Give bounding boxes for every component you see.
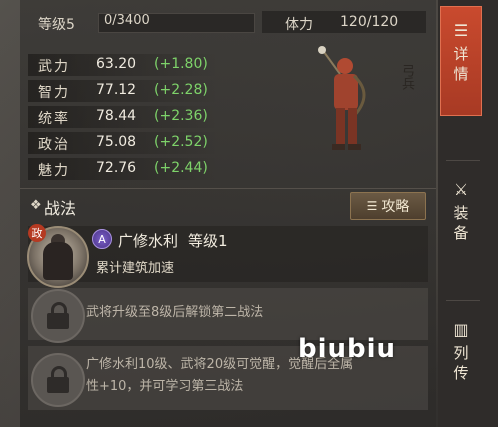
- stat-name-politics: 政治: [38, 137, 70, 153]
- stat-increase-politics: (+2.52): [154, 134, 208, 150]
- lock-body: [47, 377, 69, 393]
- stat-name-charm: 魅力: [38, 163, 70, 179]
- locked-tactic-hint-3-line2: 性+10，并可学习第三战法: [86, 379, 244, 394]
- tab-equipment[interactable]: ⚔ 装 备: [440, 180, 482, 250]
- book-icon: ▥: [453, 320, 469, 339]
- locked-tactic-hint-2: 武将升级至8级后解锁第二战法: [86, 305, 264, 320]
- tab-biography[interactable]: ▥ 列 传: [440, 320, 482, 390]
- stat-value-politics: 75.08: [96, 134, 137, 150]
- tactic-name: 广修水利: [118, 232, 179, 250]
- stat-increase-force: (+1.80): [154, 56, 208, 72]
- archer-unit-figure: [318, 46, 366, 150]
- unit-type-label: 弓兵: [399, 64, 414, 90]
- tab-equipment-label-2: 备: [453, 224, 469, 242]
- stat-increase-intelligence: (+2.28): [154, 82, 208, 98]
- stat-increase-charm: (+2.44): [154, 160, 208, 176]
- tab-equipment-label-1: 装: [453, 204, 469, 222]
- stat-value-command: 78.44: [96, 108, 137, 124]
- watermark: biubiu: [298, 334, 397, 364]
- tab-biography-label-2: 传: [453, 364, 469, 382]
- tactic-description: 累计建筑加速: [96, 261, 175, 276]
- diamond-icon: ❖: [30, 198, 42, 213]
- tactic-level: 等级1: [188, 232, 228, 250]
- lock-body: [47, 313, 69, 329]
- stat-value-charm: 72.76: [96, 160, 137, 176]
- level-label: 等级5: [38, 17, 75, 33]
- lock-icon: [31, 353, 85, 407]
- tab-biography-label-1: 列: [453, 344, 469, 362]
- section-divider: [20, 188, 436, 189]
- strategy-guide-label: 攻略: [381, 199, 410, 215]
- tactic-type-badge: 政: [28, 224, 46, 242]
- tab-divider: [446, 300, 480, 301]
- tactics-title: 战法: [44, 199, 77, 218]
- tab-details-label-1: 详: [453, 45, 469, 63]
- tab-details-label-2: 情: [453, 65, 469, 83]
- stat-name-intelligence: 智力: [38, 85, 70, 101]
- stat-value-force: 63.20: [96, 56, 137, 72]
- tactic-grade-badge: A: [92, 229, 112, 249]
- exp-text: 0/3400: [104, 13, 150, 28]
- stat-name-command: 统率: [38, 111, 70, 127]
- scroll-icon: ☰: [453, 21, 469, 40]
- stamina-value: 120/120: [340, 14, 399, 30]
- tab-details[interactable]: ☰ 详 情: [440, 6, 482, 116]
- list-icon: ☰: [366, 199, 378, 213]
- portrait-body: [43, 242, 73, 280]
- stat-increase-command: (+2.36): [154, 108, 208, 124]
- stamina-label: 体力: [285, 17, 313, 33]
- lock-icon: [31, 289, 85, 343]
- strategy-guide-button[interactable]: ☰ 攻略: [350, 192, 426, 220]
- stat-value-intelligence: 77.12: [96, 82, 137, 98]
- equipment-icon: ⚔: [453, 180, 469, 199]
- tab-divider: [446, 160, 480, 161]
- stat-name-force: 武力: [38, 59, 70, 75]
